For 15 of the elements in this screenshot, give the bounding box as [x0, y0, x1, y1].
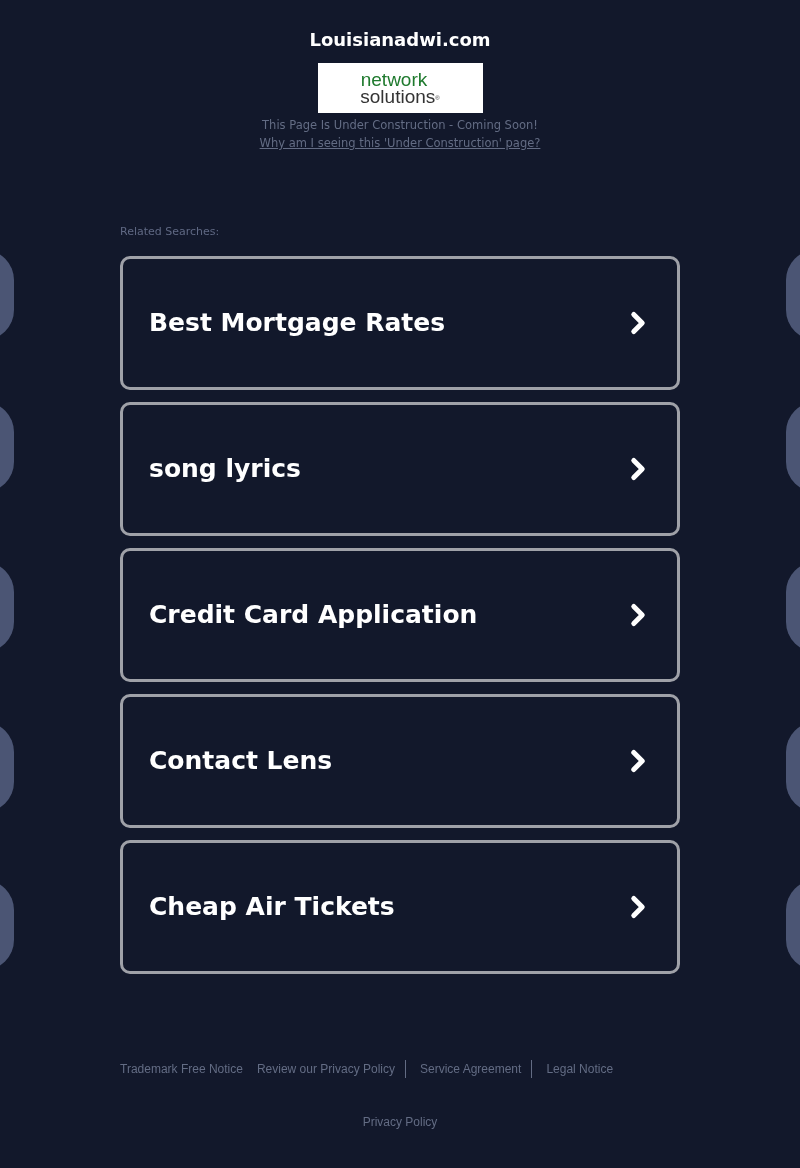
- site-title: Louisianadwi.com: [309, 29, 491, 51]
- search-link-card[interactable]: song lyrics: [120, 402, 680, 536]
- search-link-card[interactable]: Cheap Air Tickets: [120, 840, 680, 974]
- privacy-link[interactable]: Privacy Policy: [362, 1113, 438, 1131]
- notice-text: This Page Is Under Construction - Coming Soon!: [262, 117, 538, 133]
- footer-link[interactable]: Review our Privacy Policy: [256, 1060, 406, 1078]
- search-link-card[interactable]: Credit Card Application: [120, 548, 680, 682]
- footer-link[interactable]: Legal Notice: [546, 1060, 614, 1078]
- search-link-card[interactable]: Contact Lens: [120, 694, 680, 828]
- footer-link[interactable]: Service Agreement: [420, 1060, 533, 1078]
- info-link[interactable]: Why am I seeing this 'Under Construction' page?: [259, 135, 541, 151]
- footer-link[interactable]: Trademark Free Notice: [120, 1060, 243, 1078]
- network-solutions-logo: network solutions$^{®}$: [317, 63, 483, 113]
- section-label: Related Searches:: [120, 224, 221, 240]
- search-link-card[interactable]: Best Mortgage Rates: [120, 256, 680, 390]
